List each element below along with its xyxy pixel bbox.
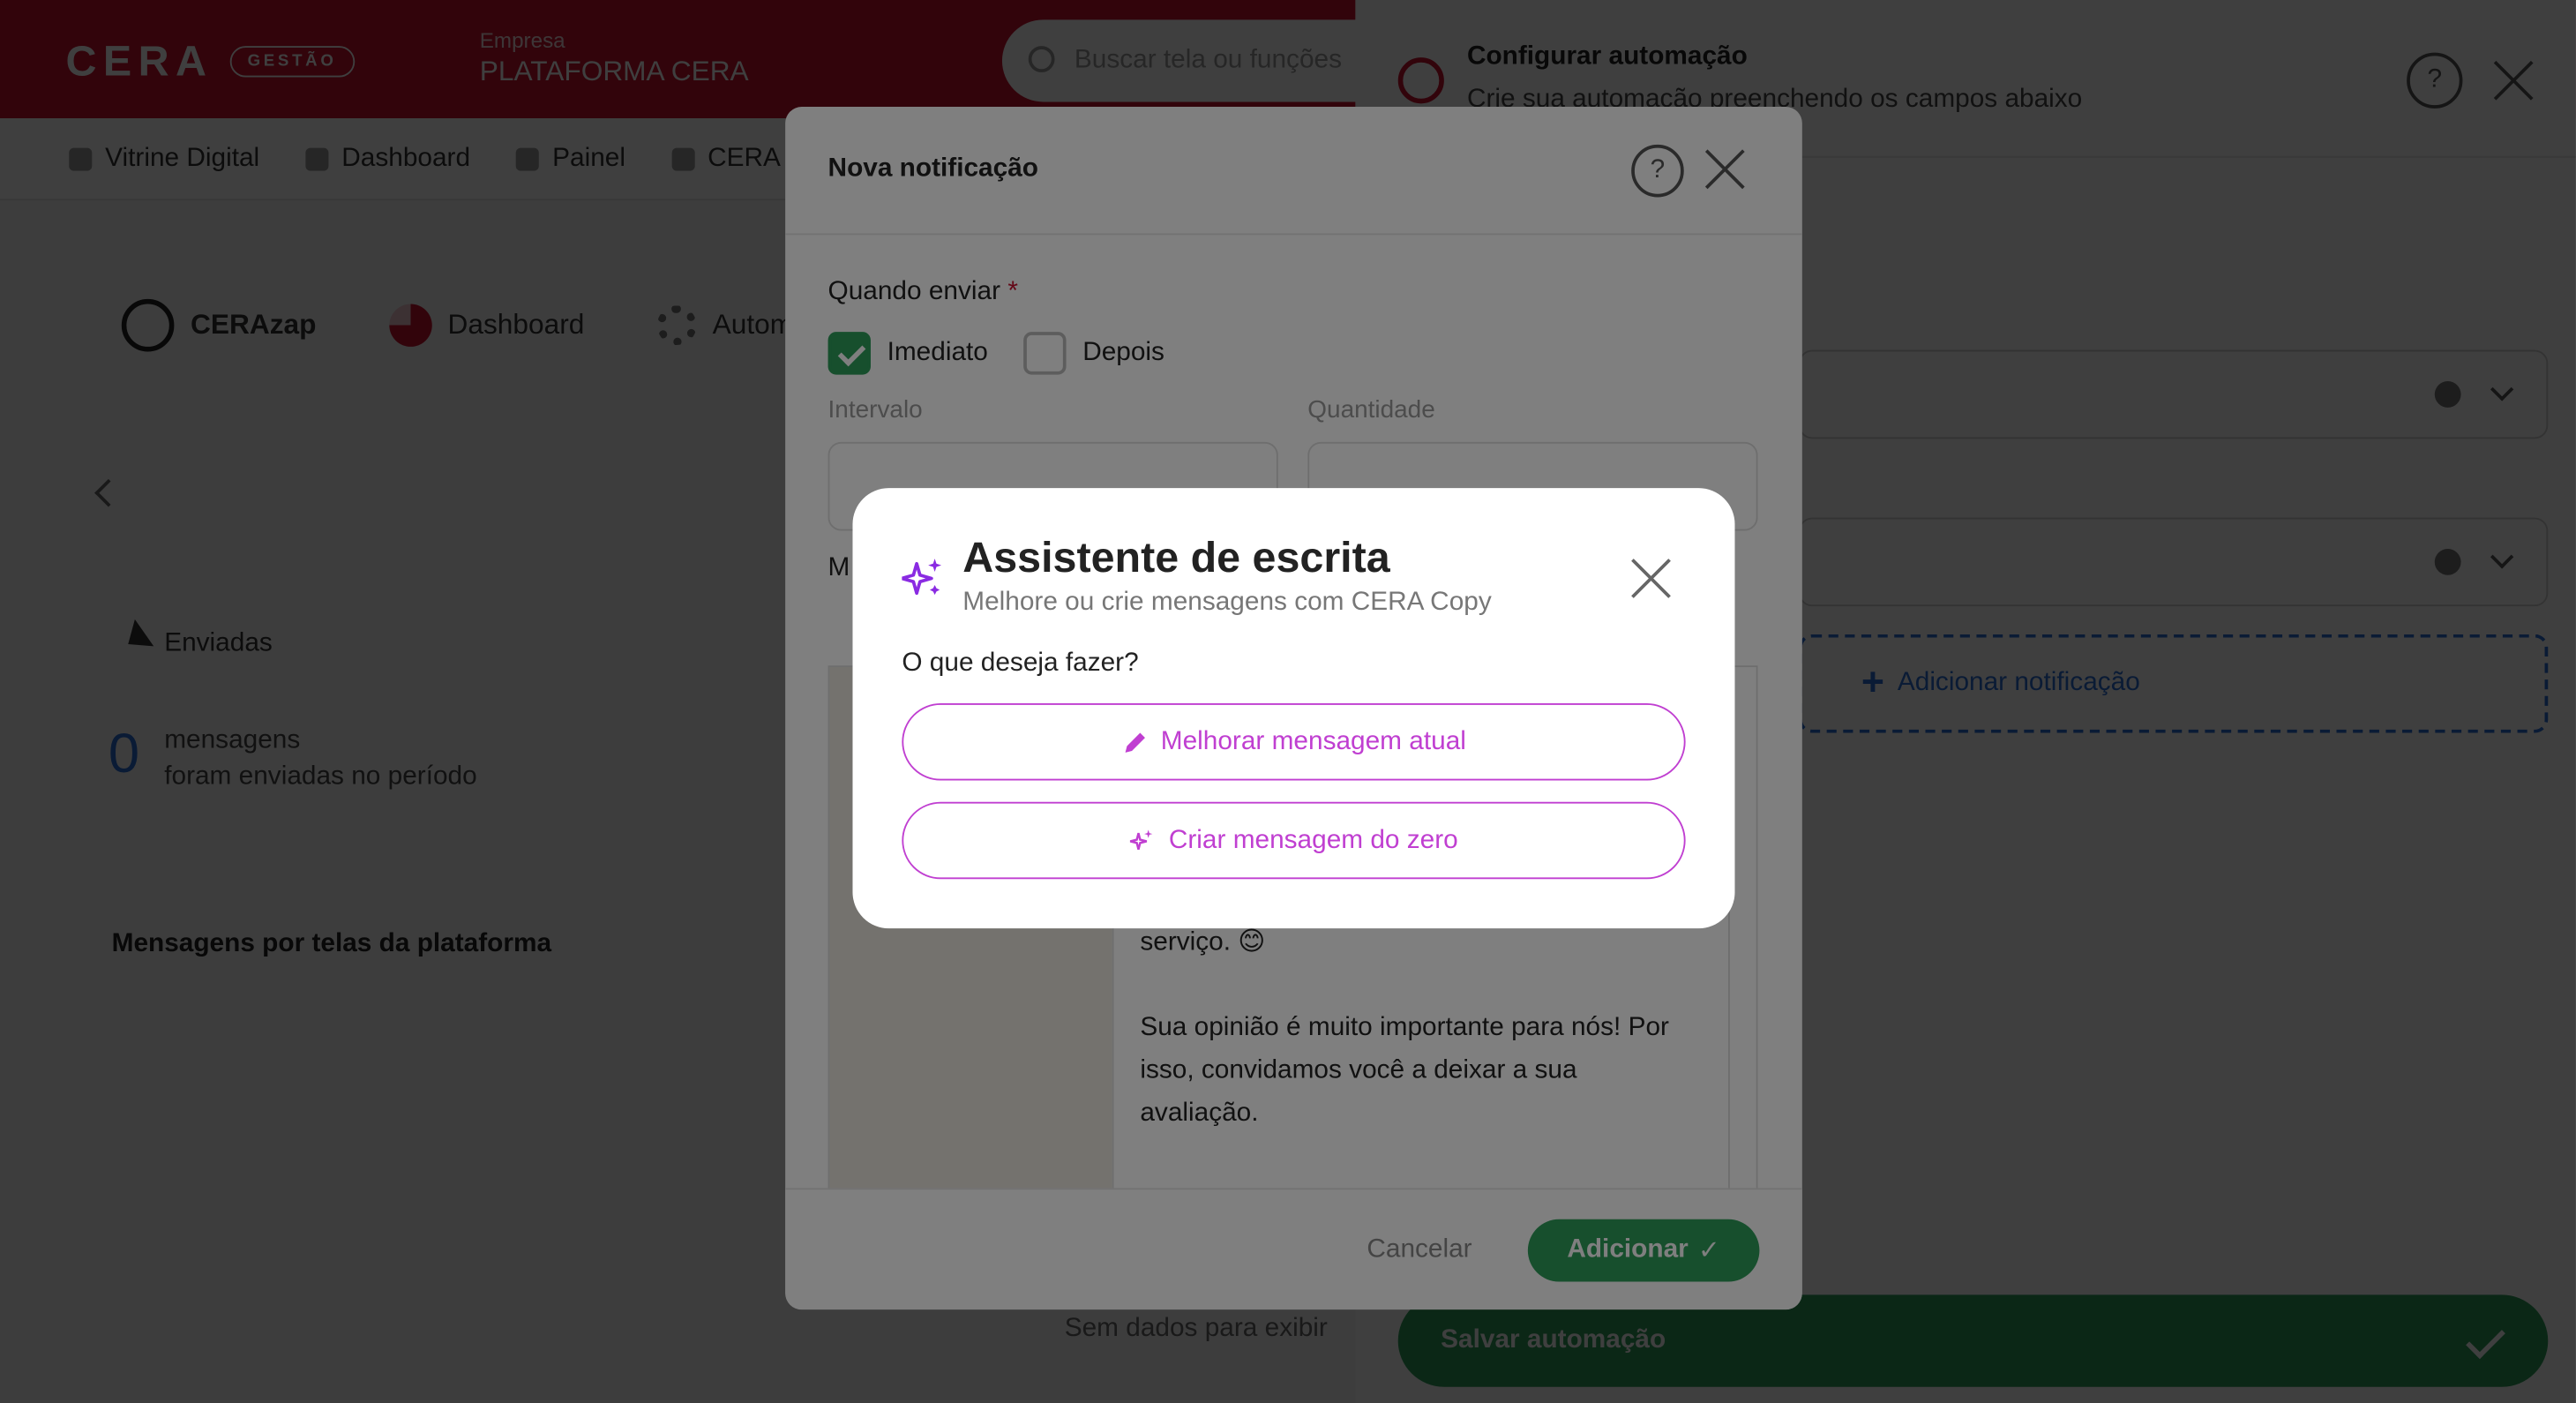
app-root: CERA GESTÃO Empresa PLATAFORMA CERA Busc… xyxy=(0,0,2576,1403)
improve-message-label: Melhorar mensagem atual xyxy=(1160,727,1466,755)
dialog-subtitle: Melhore ou crie mensagens com CERA Copy xyxy=(962,588,1492,617)
create-message-label: Criar mensagem do zero xyxy=(1168,825,1458,854)
create-message-button[interactable]: Criar mensagem do zero xyxy=(902,801,1686,880)
pencil-icon xyxy=(1124,732,1145,752)
dialog-title: Assistente de escrita xyxy=(962,532,1390,582)
writing-assistant-dialog: Assistente de escrita Melhore ou crie me… xyxy=(852,488,1735,929)
improve-message-button[interactable]: Melhorar mensagem atual xyxy=(902,703,1686,781)
close-icon[interactable] xyxy=(1629,557,1672,599)
sparkles-icon xyxy=(1130,829,1154,850)
sparkles-icon xyxy=(902,559,942,596)
dialog-question: O que deseja fazer? xyxy=(902,649,1139,678)
